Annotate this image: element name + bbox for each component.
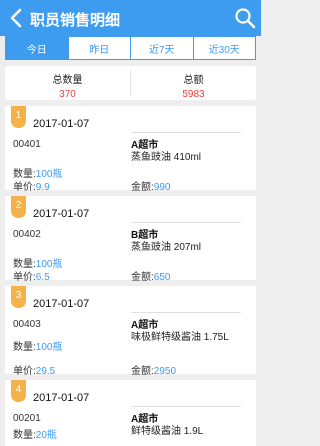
summary-panel: 总数量 370 总额 5983 [5,66,256,100]
product-name: 蒸鱼豉油 207ml [131,242,202,253]
amount-value: 990 [153,182,171,193]
record-index-badge: 3 [11,286,26,308]
unit-price: 单价:29.5 [13,362,55,377]
list-item[interactable]: 2 2017-01-07 00402 B超市 蒸鱼豉油 207ml 数量:100… [5,196,256,283]
total-amount: 总额 5983 [131,66,256,100]
amount: 金额:650 [131,268,170,283]
shop-name: B超市 [131,230,159,241]
amount-value: 2950 [153,366,177,377]
page-title: 职员销售明细 [30,12,121,29]
quantity: 数量:20瓶 [13,426,57,441]
divider [131,312,241,313]
tab-last-30-days[interactable]: 近30天 [194,37,256,59]
record-code: 00403 [13,319,41,330]
record-date: 2017-01-07 [33,208,90,220]
list-item[interactable]: 4 2017-01-07 00201 A超市 鲜特级酱油 1.9L 数量:20瓶 [5,380,256,446]
record-date: 2017-01-07 [33,118,90,130]
record-index-badge: 1 [11,106,26,128]
record-code: 00201 [13,413,41,424]
divider [131,132,241,133]
record-code: 00401 [13,139,41,150]
record-code: 00402 [13,229,41,240]
shop-name: A超市 [131,414,159,425]
quantity-value: 100瓶 [35,342,63,353]
unit-price-value: 6.5 [35,272,50,283]
divider [131,406,241,407]
shop-name: A超市 [131,320,159,331]
unit-price-label: 单价: [13,182,36,193]
list-item[interactable]: 3 2017-01-07 00403 A超市 味极鲜特级酱油 1.75L 数量:… [5,286,256,377]
amount-label: 金额: [131,366,154,377]
search-icon[interactable] [233,6,257,30]
amount-value: 650 [153,272,171,283]
back-arrow-icon[interactable] [6,7,28,29]
product-name: 味极鲜特级酱油 1.75L [131,332,229,343]
tab-yesterday[interactable]: 昨日 [69,37,131,59]
record-index-badge: 4 [11,380,26,402]
unit-price: 单价:6.5 [13,268,50,283]
tab-last-7-days[interactable]: 近7天 [131,37,194,59]
quantity: 数量:100瓶 [13,338,62,353]
unit-price-label: 单价: [13,366,36,377]
quantity-label: 数量: [13,430,36,441]
quantity-label: 数量: [13,342,36,353]
unit-price: 单价:9.9 [13,178,50,193]
record-index-badge: 2 [11,196,26,218]
record-date: 2017-01-07 [33,298,90,310]
amount: 金额:2950 [131,362,176,377]
date-range-tabs: 今日 昨日 近7天 近30天 [5,36,256,60]
amount: 金额:990 [131,178,170,193]
divider [131,222,241,223]
total-quantity-value: 370 [59,89,76,100]
total-quantity-label: 总数量 [52,75,83,86]
unit-price-value: 29.5 [35,366,56,377]
tab-today[interactable]: 今日 [6,37,69,59]
top-bar: 职员销售明细 [0,0,261,36]
total-amount-value: 5983 [182,89,205,100]
amount-label: 金额: [131,272,154,283]
record-date: 2017-01-07 [33,392,90,404]
list-item[interactable]: 1 2017-01-07 00401 A超市 蒸鱼豉油 410ml 数量:100… [5,106,256,193]
unit-price-label: 单价: [13,272,36,283]
quantity-value: 20瓶 [35,430,57,441]
shop-name: A超市 [131,140,159,151]
product-name: 鲜特级酱油 1.9L [131,426,204,437]
amount-label: 金额: [131,182,154,193]
product-name: 蒸鱼豉油 410ml [131,152,202,163]
total-quantity: 总数量 370 [5,66,130,100]
total-amount-label: 总额 [183,75,204,86]
unit-price-value: 9.9 [35,182,50,193]
